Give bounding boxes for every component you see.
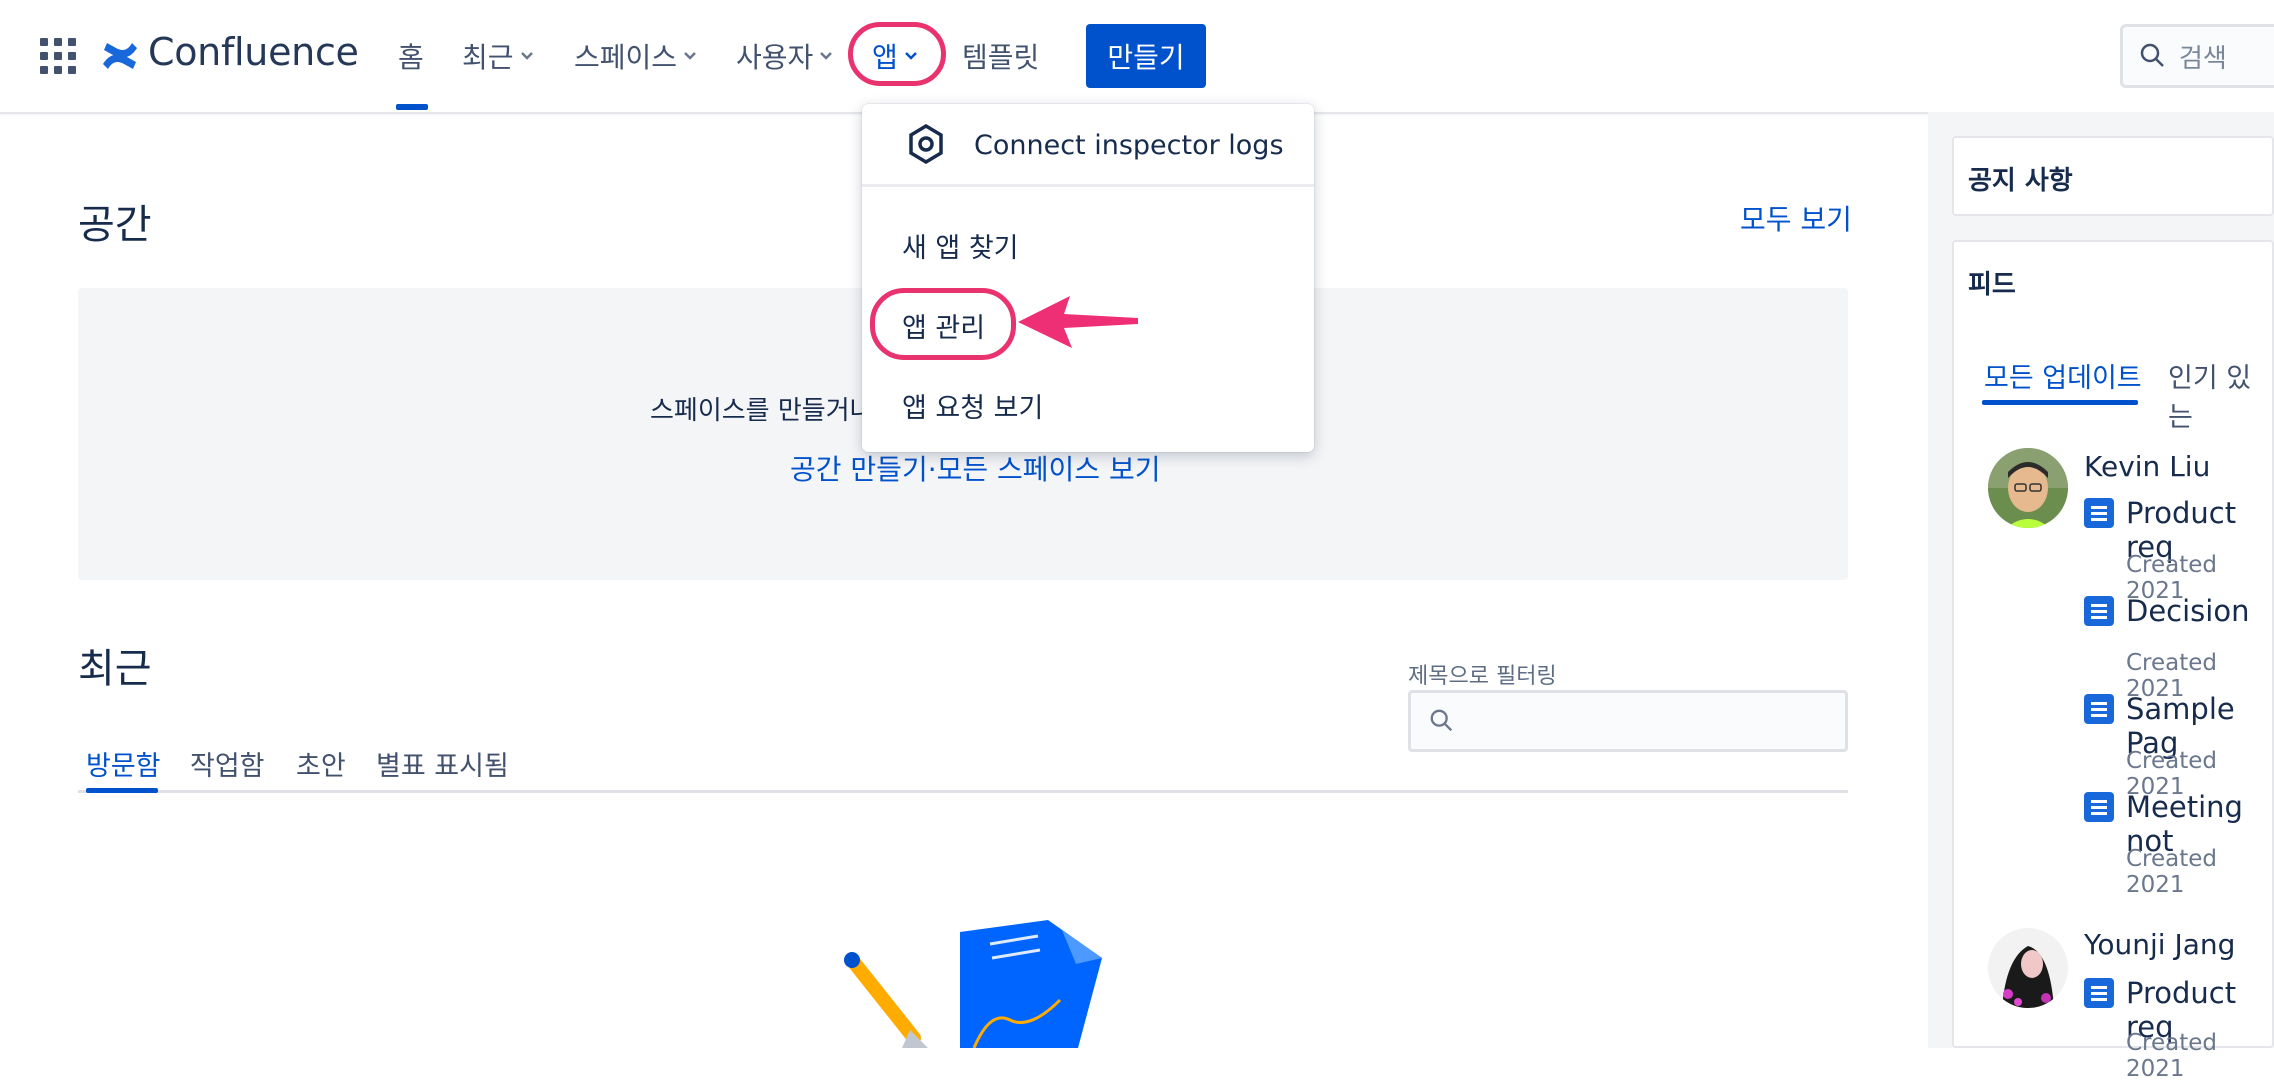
search-icon xyxy=(2140,43,2164,67)
chevron-down-icon xyxy=(820,52,833,60)
nav-recent-label: 최근 xyxy=(462,41,514,74)
nav-home[interactable]: 홈 xyxy=(398,36,424,76)
tab-visited-underline xyxy=(86,788,158,793)
filter-label: 제목으로 필터링 xyxy=(1408,664,1557,689)
nav-people[interactable]: 사용자 xyxy=(736,36,833,76)
spaces-empty-message: 스페이스를 만들거나 xyxy=(650,396,874,426)
recent-heading: 최근 xyxy=(78,646,152,692)
nav-people-label: 사용자 xyxy=(736,41,814,74)
nav-templates-label: 템플릿 xyxy=(962,41,1040,74)
tab-visited[interactable]: 방문함 xyxy=(86,744,161,783)
empty-state-illustration xyxy=(844,920,1102,1048)
menu-item-find-new-apps[interactable]: 새 앱 찾기 xyxy=(902,226,1019,265)
tab-starred[interactable]: 별표 표시됨 xyxy=(376,744,509,783)
recent-tabs-divider xyxy=(78,790,1848,793)
page-icon xyxy=(2084,694,2114,724)
filter-by-title-input[interactable] xyxy=(1408,690,1848,752)
manage-apps-highlight-ring xyxy=(870,288,1016,360)
search-icon xyxy=(1430,709,1453,732)
see-all-spaces-link[interactable]: 모두 보기 xyxy=(1740,198,1852,238)
create-space-links[interactable]: 공간 만들기·모든 스페이스 보기 xyxy=(790,448,1160,488)
connect-logs-icon xyxy=(909,124,943,164)
page-icon xyxy=(2084,792,2114,822)
tab-drafts[interactable]: 초안 xyxy=(296,744,346,783)
feed-tab-popular[interactable]: 인기 있는 xyxy=(2168,356,2274,434)
menu-item-connect-logs[interactable]: Connect inspector logs xyxy=(974,130,1284,161)
avatar[interactable] xyxy=(1988,448,2068,528)
app-switcher-icon[interactable] xyxy=(40,38,76,74)
nav-spaces-label: 스페이스 xyxy=(574,41,678,74)
menu-separator xyxy=(862,184,1314,187)
feed-tab-all-updates[interactable]: 모든 업데이트 xyxy=(1984,356,2142,395)
spaces-heading: 공간 xyxy=(78,202,152,248)
feed-user-name[interactable]: Younji Jang xyxy=(2084,928,2235,961)
search-input[interactable]: 검색 xyxy=(2120,24,2274,88)
app-name[interactable]: Confluence xyxy=(148,30,359,74)
chevron-down-icon xyxy=(684,52,696,60)
confluence-logo-icon[interactable] xyxy=(100,36,140,76)
tab-worked-on[interactable]: 작업함 xyxy=(190,744,265,783)
feed-user-name[interactable]: Kevin Liu xyxy=(2084,450,2210,483)
feed-page-title[interactable]: Decision xyxy=(2126,594,2249,628)
pointer-arrow-icon xyxy=(1018,296,1138,348)
announcements-title: 공지 사항 xyxy=(1968,166,2073,196)
apps-highlight-ring xyxy=(848,22,946,86)
menu-item-view-app-requests[interactable]: 앱 요청 보기 xyxy=(902,386,1043,425)
page-icon xyxy=(2084,978,2114,1008)
nav-templates[interactable]: 템플릿 xyxy=(962,36,1039,76)
feed-tab-underline xyxy=(1982,400,2138,405)
chevron-down-icon xyxy=(520,52,533,60)
feed-title: 피드 xyxy=(1968,270,2016,300)
feed-page-meta: Created 2021 xyxy=(2126,846,2218,898)
nav-spaces[interactable]: 스페이스 xyxy=(574,36,697,76)
nav-home-label: 홈 xyxy=(398,41,424,74)
create-button[interactable]: 만들기 xyxy=(1086,24,1206,88)
feed-page-meta: Created 2021 xyxy=(2126,1030,2218,1082)
search-placeholder: 검색 xyxy=(2179,43,2227,74)
nav-recent[interactable]: 최근 xyxy=(462,36,534,76)
page-icon xyxy=(2084,498,2114,528)
avatar[interactable] xyxy=(1988,928,2068,1008)
nav-home-underline xyxy=(396,104,428,110)
page-icon xyxy=(2084,596,2114,626)
